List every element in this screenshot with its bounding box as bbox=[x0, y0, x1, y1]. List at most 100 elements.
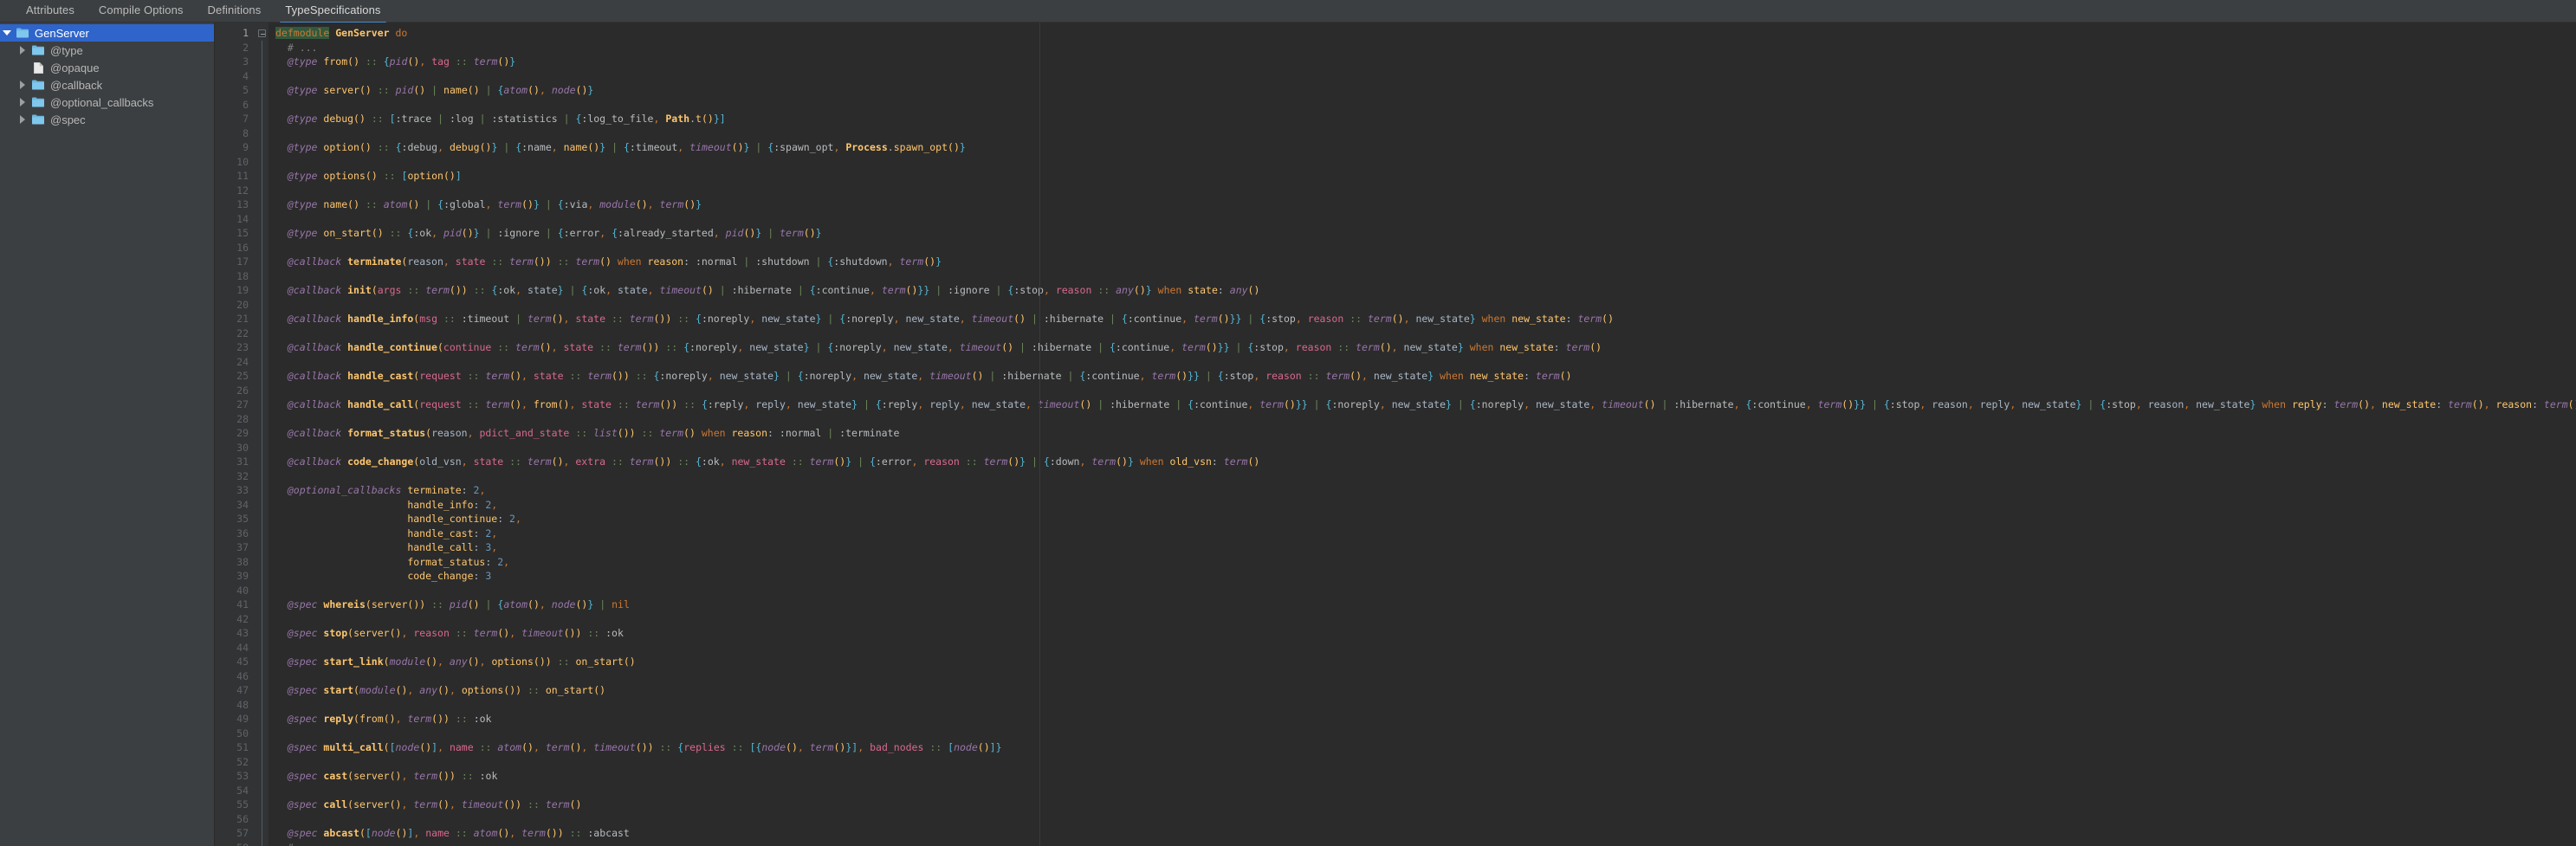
code-line[interactable]: @spec stop(server(), reason :: term(), t… bbox=[269, 626, 2576, 641]
tree-item-label: @optional_callbacks bbox=[50, 95, 154, 109]
code-line[interactable]: # ... bbox=[269, 41, 2576, 55]
code-line[interactable]: @callback init(args :: term()) :: {:ok, … bbox=[269, 283, 2576, 298]
code-line[interactable]: @type name() :: atom() | {:global, term(… bbox=[269, 197, 2576, 212]
tab-definitions[interactable]: Definitions bbox=[196, 1, 274, 21]
code-line[interactable] bbox=[269, 698, 2576, 713]
tab-attributes[interactable]: Attributes bbox=[14, 1, 87, 21]
code-line[interactable]: @callback terminate(reason, state :: ter… bbox=[269, 255, 2576, 269]
code-line[interactable] bbox=[269, 784, 2576, 798]
code-line[interactable]: @type option() :: {:debug, debug()} | {:… bbox=[269, 140, 2576, 155]
source-code[interactable]: defmodule GenServer do # ... @type from(… bbox=[269, 23, 2576, 846]
chevron-down-icon[interactable] bbox=[0, 30, 14, 36]
code-line[interactable] bbox=[269, 584, 2576, 598]
line-number: 11 bbox=[236, 170, 249, 182]
line-number: 15 bbox=[236, 227, 249, 239]
code-line[interactable] bbox=[269, 155, 2576, 170]
code-line[interactable]: @callback handle_cast(request :: term(),… bbox=[269, 369, 2576, 384]
code-folding-gutter[interactable] bbox=[256, 23, 269, 846]
code-editor[interactable]: 1 2 3 4 5 6 7 8 9 10 11 12 13 14 15 16 17 18 19 20 21 22 23 24 2… bbox=[215, 23, 2576, 846]
code-line[interactable]: @spec multi_call([node()], name :: atom(… bbox=[269, 740, 2576, 755]
code-line[interactable] bbox=[269, 612, 2576, 627]
chevron-right-icon[interactable] bbox=[16, 81, 29, 89]
code-line[interactable] bbox=[269, 755, 2576, 770]
fold-region-line bbox=[256, 497, 269, 512]
code-line[interactable]: handle_call: 3, bbox=[269, 540, 2576, 555]
code-line[interactable]: @callback handle_call(request :: term(),… bbox=[269, 397, 2576, 412]
code-line[interactable]: defmodule GenServer do bbox=[269, 26, 2576, 41]
fold-region-line bbox=[256, 169, 269, 184]
chevron-right-icon[interactable] bbox=[16, 115, 29, 124]
code-line[interactable] bbox=[269, 727, 2576, 741]
tree-item-spec[interactable]: @spec bbox=[0, 111, 214, 128]
tree-item-callback[interactable]: @callback bbox=[0, 76, 214, 94]
chevron-right-icon[interactable] bbox=[16, 46, 29, 55]
code-line[interactable]: @spec start(module(), any(), options()) … bbox=[269, 683, 2576, 698]
code-line[interactable] bbox=[269, 98, 2576, 113]
code-line[interactable] bbox=[269, 298, 2576, 313]
line-number: 31 bbox=[236, 455, 249, 468]
code-line[interactable] bbox=[269, 69, 2576, 84]
code-line[interactable] bbox=[269, 384, 2576, 398]
code-line[interactable] bbox=[269, 441, 2576, 455]
chevron-right-icon[interactable] bbox=[16, 98, 29, 107]
tree-item-type[interactable]: @type bbox=[0, 42, 214, 59]
fold-toggle-icon[interactable] bbox=[256, 26, 269, 41]
code-line[interactable]: @spec reply(from(), term()) :: :ok bbox=[269, 712, 2576, 727]
code-line[interactable]: @type server() :: pid() | name() | {atom… bbox=[269, 83, 2576, 98]
code-line[interactable] bbox=[269, 812, 2576, 827]
tab-type-specifications[interactable]: TypeSpecifications bbox=[273, 1, 392, 24]
folder-icon bbox=[29, 114, 47, 125]
code-line[interactable] bbox=[269, 669, 2576, 684]
tree-item-label: @type bbox=[50, 43, 83, 57]
code-line[interactable]: @callback code_change(old_vsn, state :: … bbox=[269, 455, 2576, 469]
tree-item-optional-callbacks[interactable]: @optional_callbacks bbox=[0, 94, 214, 111]
code-line[interactable] bbox=[269, 641, 2576, 655]
code-line[interactable]: @spec start_link(module(), any(), option… bbox=[269, 655, 2576, 669]
code-line[interactable] bbox=[269, 469, 2576, 484]
line-number: 9 bbox=[243, 141, 249, 153]
code-line[interactable]: @spec cast(server(), term()) :: :ok bbox=[269, 769, 2576, 784]
code-line[interactable]: @spec whereis(server()) :: pid() | {atom… bbox=[269, 597, 2576, 612]
code-line[interactable] bbox=[269, 355, 2576, 370]
code-line[interactable] bbox=[269, 212, 2576, 227]
line-number: 13 bbox=[236, 198, 249, 210]
tree-item-genserver[interactable]: GenServer bbox=[0, 24, 214, 42]
tab-compile-options[interactable]: Compile Options bbox=[87, 1, 196, 21]
code-line[interactable]: @spec call(server(), term(), timeout()) … bbox=[269, 798, 2576, 812]
line-number: 4 bbox=[243, 69, 249, 82]
code-line[interactable] bbox=[269, 184, 2576, 198]
code-line[interactable] bbox=[269, 326, 2576, 341]
fold-region-line bbox=[256, 712, 269, 727]
fold-region-line bbox=[256, 354, 269, 369]
code-line[interactable]: format_status: 2, bbox=[269, 555, 2576, 570]
code-line[interactable]: @callback handle_info(msg :: :timeout | … bbox=[269, 312, 2576, 326]
code-line[interactable] bbox=[269, 269, 2576, 284]
fold-region-line bbox=[256, 626, 269, 641]
code-line[interactable]: @optional_callbacks terminate: 2, bbox=[269, 483, 2576, 498]
code-line[interactable]: @type on_start() :: {:ok, pid()} | :igno… bbox=[269, 226, 2576, 241]
line-number: 29 bbox=[236, 427, 249, 439]
line-number: 53 bbox=[236, 770, 249, 782]
code-line[interactable]: @callback format_status(reason, pdict_an… bbox=[269, 426, 2576, 441]
fold-region-line bbox=[256, 197, 269, 212]
code-line[interactable]: @type from() :: {pid(), tag :: term()} bbox=[269, 55, 2576, 69]
folder-icon bbox=[14, 28, 31, 38]
code-line[interactable]: @type debug() :: [:trace | :log | :stati… bbox=[269, 112, 2576, 126]
code-line[interactable]: handle_info: 2, bbox=[269, 498, 2576, 513]
code-line[interactable] bbox=[269, 241, 2576, 255]
code-line[interactable]: handle_continue: 2, bbox=[269, 512, 2576, 526]
line-number: 20 bbox=[236, 298, 249, 311]
line-number: 45 bbox=[236, 655, 249, 668]
code-line[interactable]: @spec abcast([node()], name :: atom(), t… bbox=[269, 826, 2576, 841]
fold-region-line bbox=[256, 312, 269, 326]
code-line[interactable]: @type options() :: [option()] bbox=[269, 169, 2576, 184]
line-number: 23 bbox=[236, 341, 249, 353]
code-line[interactable]: @callback handle_continue(continue :: te… bbox=[269, 340, 2576, 355]
code-line[interactable]: # ... bbox=[269, 841, 2576, 846]
line-number: 8 bbox=[243, 126, 249, 139]
code-line[interactable] bbox=[269, 126, 2576, 141]
code-line[interactable]: code_change: 3 bbox=[269, 569, 2576, 584]
code-line[interactable]: handle_cast: 2, bbox=[269, 526, 2576, 541]
tree-item-opaque[interactable]: @opaque bbox=[0, 59, 214, 76]
code-line[interactable] bbox=[269, 412, 2576, 427]
